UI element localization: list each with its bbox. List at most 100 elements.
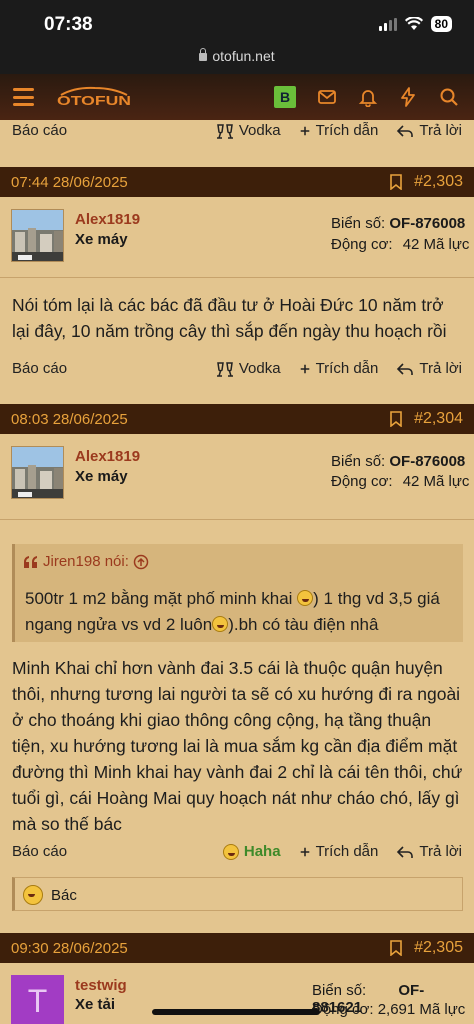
username-link[interactable]: testwig [75, 977, 127, 994]
engine-label: Động cơ: [331, 236, 393, 253]
bolt-icon[interactable] [398, 87, 418, 107]
lock-icon [199, 48, 208, 61]
quote-text: 500tr 1 m2 bằng mặt phố minh khai ) 1 th… [25, 586, 455, 638]
quote-button[interactable]: Trích dẫn [299, 122, 379, 139]
avatar[interactable] [11, 209, 64, 262]
post-date[interactable]: 07:44 28/06/2025 [11, 174, 128, 191]
divider [0, 519, 474, 520]
reactions-bar[interactable]: Bác [12, 877, 463, 911]
vodka-reaction-button[interactable]: Vodka [216, 360, 281, 377]
top-nav: OTOFUN B [0, 74, 474, 120]
wifi-icon [404, 17, 423, 30]
badge-b-button[interactable]: B [274, 86, 296, 108]
plate-label: Biển số: [312, 982, 367, 999]
post-header-2305: 09:30 28/06/2025 #2,305 [0, 933, 474, 963]
post-header-2303: 07:44 28/06/2025 #2,303 [0, 167, 474, 197]
haha-emoji-icon [222, 843, 239, 860]
post-body: Nói tóm lại là các bác đã đầu tư ở Hoài … [12, 295, 447, 341]
plus-icon [300, 364, 309, 373]
bell-icon[interactable] [358, 87, 378, 107]
reply-button[interactable]: Trả lời [396, 122, 462, 139]
divider [0, 277, 474, 278]
engine-value: 42 Mã lực [402, 236, 470, 253]
plate-label: Biển số: [331, 453, 386, 470]
user-title: Xe tải [75, 996, 116, 1013]
reply-icon [397, 124, 414, 137]
vodka-reaction-button[interactable]: Vodka [216, 122, 281, 139]
reply-label: Trả lời [419, 843, 462, 860]
user-title: Xe máy [75, 231, 128, 248]
quote-label: Trích dẫn [315, 360, 379, 377]
vodka-icon [216, 123, 233, 139]
bookmark-icon[interactable] [390, 174, 402, 190]
reply-icon [397, 845, 414, 858]
engine-info: Động cơ: 42 Mã lực [331, 473, 469, 490]
reply-label: Trả lời [419, 360, 462, 377]
bookmark-icon[interactable] [390, 411, 402, 427]
username-link[interactable]: Alex1819 [75, 448, 140, 465]
quote-block: Jiren198 nói: 500tr 1 m2 bằng mặt phố mi… [12, 544, 463, 642]
search-icon[interactable] [439, 87, 459, 107]
vodka-label: Vodka [238, 122, 281, 139]
plus-icon [300, 126, 309, 135]
plate-info: Biển số: OF-876008 [331, 215, 465, 232]
quote-label: Trích dẫn [315, 843, 379, 860]
quote-label: Trích dẫn [315, 122, 379, 139]
engine-value: 42 Mã lực [402, 473, 470, 490]
laugh-emoji-icon [297, 590, 314, 606]
plate-info: Biển số: OF-876008 [331, 453, 465, 470]
quote-text-part3: ).bh có tàu điện nhâ [228, 615, 379, 634]
engine-info: Động cơ: 42 Mã lực [331, 236, 469, 253]
url-text: otofun.net [212, 48, 275, 64]
username-link[interactable]: Alex1819 [75, 211, 140, 228]
battery-indicator: 80 [430, 16, 452, 32]
reply-button[interactable]: Trả lời [396, 360, 462, 377]
home-indicator [152, 1009, 320, 1015]
post-date[interactable]: 08:03 28/06/2025 [11, 411, 128, 428]
reply-label: Trả lời [419, 122, 462, 139]
quote-author: Jiren198 nói: [43, 553, 129, 570]
vodka-label: Vodka [238, 360, 281, 377]
avatar[interactable] [11, 446, 64, 499]
post-number[interactable]: #2,303 [414, 173, 463, 191]
url-bar[interactable]: otofun.net [0, 42, 474, 74]
post-footer-2302: Báo cáo Vodka Trích dẫn Trả lời [0, 116, 474, 146]
logo-text: OTOFUN [57, 93, 131, 108]
quote-header[interactable]: Jiren198 nói: [23, 553, 149, 570]
avatar[interactable]: T [11, 975, 64, 1024]
reply-icon [397, 362, 414, 375]
post-body: Minh Khai chỉ hơn vành đai 3.5 cái là th… [12, 658, 463, 834]
report-link[interactable]: Báo cáo [12, 122, 67, 139]
engine-label: Động cơ: [331, 473, 393, 490]
reply-button[interactable]: Trả lời [396, 843, 462, 860]
post-number[interactable]: #2,305 [414, 939, 463, 957]
post-footer-2304: Báo cáo Haha Trích dẫn Trả lời [0, 837, 474, 867]
post-footer-2303: Báo cáo Vodka Trích dẫn Trả lời [0, 354, 474, 384]
quote-mark-icon [24, 555, 37, 568]
envelope-icon[interactable] [317, 87, 337, 107]
laugh-emoji-icon [212, 616, 229, 632]
otofun-logo[interactable]: OTOFUN [55, 86, 133, 108]
report-link[interactable]: Báo cáo [12, 843, 67, 860]
haha-emoji-icon [23, 885, 43, 905]
menu-icon[interactable] [13, 88, 34, 106]
status-bar: 07:38 80 [0, 0, 474, 42]
engine-label: Động cơ: [312, 1001, 374, 1018]
post-date[interactable]: 09:30 28/06/2025 [11, 940, 128, 957]
bookmark-icon[interactable] [390, 940, 402, 956]
engine-info: Động cơ: 2,691 Mã lực [312, 1001, 465, 1018]
haha-reaction-button[interactable]: Haha [222, 843, 281, 860]
post-number[interactable]: #2,304 [414, 410, 463, 428]
plate-label: Biển số: [331, 215, 386, 232]
quote-button[interactable]: Trích dẫn [299, 360, 379, 377]
arrow-up-circle-icon[interactable] [133, 554, 149, 570]
haha-label: Haha [243, 843, 281, 860]
plate-value: OF-876008 [389, 215, 466, 232]
engine-value: 2,691 Mã lực [377, 1001, 466, 1018]
signal-icon [378, 17, 397, 31]
quote-button[interactable]: Trích dẫn [299, 843, 379, 860]
quote-text-part1: 500tr 1 m2 bằng mặt phố minh khai [25, 589, 293, 608]
report-link[interactable]: Báo cáo [12, 360, 67, 377]
vodka-icon [216, 361, 233, 377]
reaction-users: Bác [51, 887, 77, 904]
